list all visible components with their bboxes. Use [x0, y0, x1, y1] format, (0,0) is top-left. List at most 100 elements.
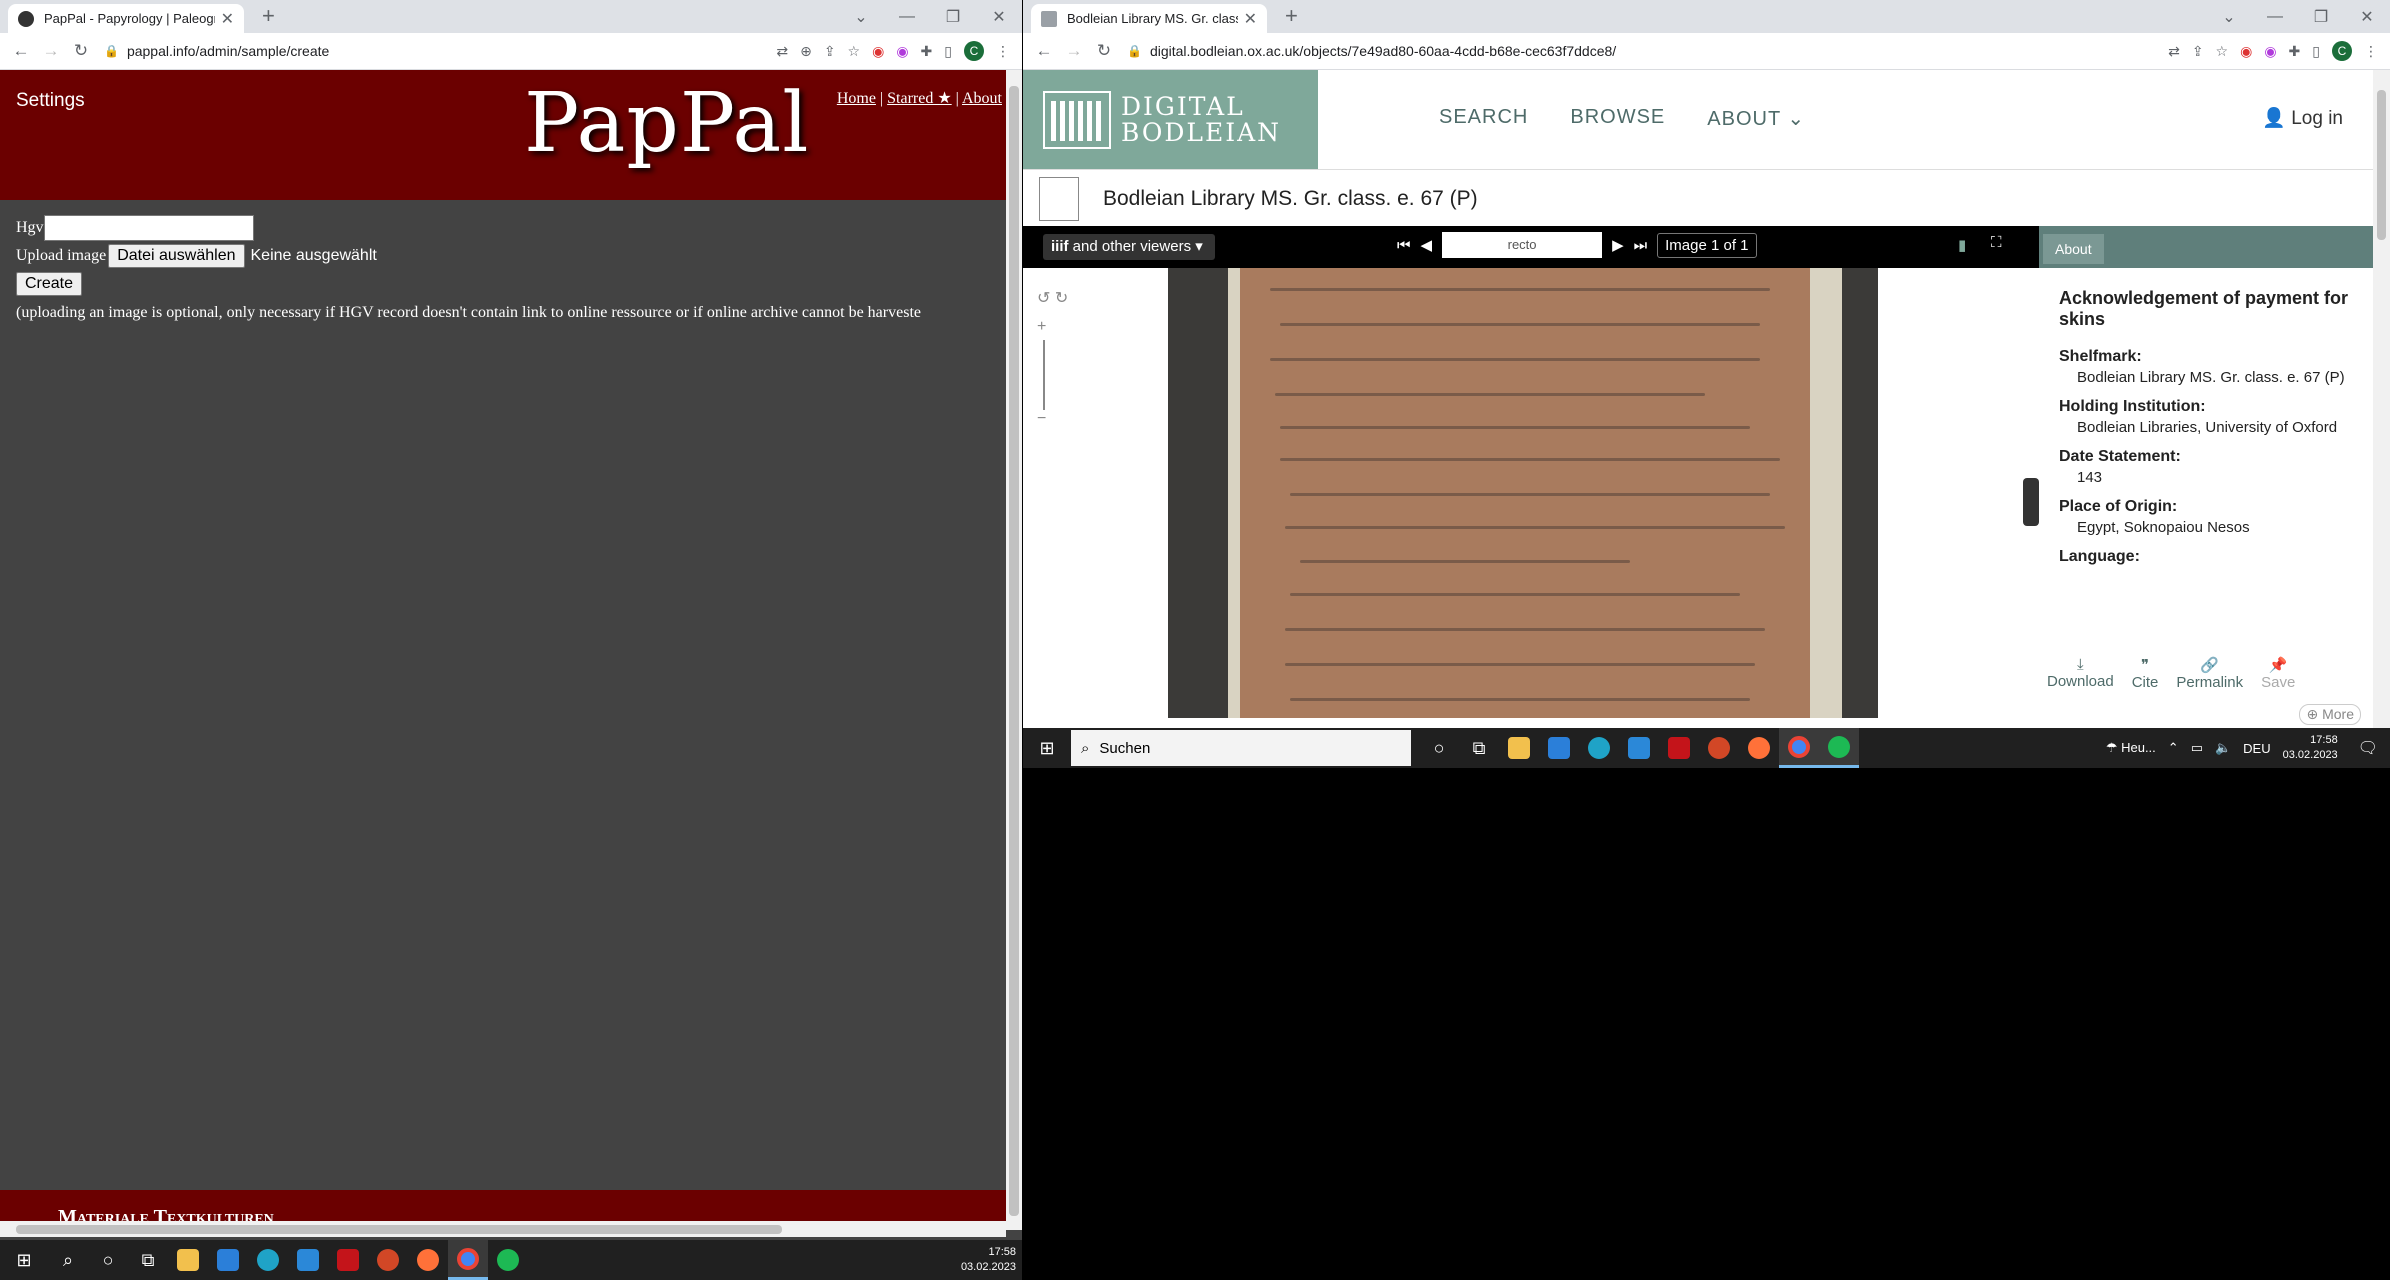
last-page-icon[interactable]: ⏭ — [1634, 237, 1648, 254]
close-tab-icon[interactable]: ✕ — [1244, 9, 1257, 29]
file-explorer-icon[interactable] — [1499, 728, 1539, 768]
forward-icon[interactable]: → — [36, 41, 66, 61]
chevron-up-icon[interactable]: ⌃ — [2168, 740, 2179, 756]
minimize-icon[interactable]: — — [2252, 8, 2298, 26]
menu-icon[interactable]: ⋮ — [2364, 43, 2378, 60]
address-bar[interactable]: pappal.info/admin/sample/create — [127, 43, 776, 59]
back-icon[interactable]: ← — [1029, 41, 1059, 61]
zoom-slider[interactable] — [1043, 340, 1045, 410]
profile-avatar[interactable]: C — [964, 41, 984, 61]
notifications-icon[interactable]: 🗨 — [2358, 738, 2378, 758]
store-icon[interactable] — [1539, 728, 1579, 768]
new-tab-icon[interactable]: + — [262, 3, 275, 29]
viewers-dropdown[interactable]: iiif and other viewers ▾ — [1043, 234, 1215, 260]
star-icon[interactable]: ☆ — [2216, 43, 2229, 60]
nav-search[interactable]: SEARCH — [1439, 106, 1528, 131]
restore-icon[interactable]: ❐ — [2298, 7, 2344, 27]
store-icon[interactable] — [208, 1240, 248, 1280]
zoom-in-icon[interactable]: + — [1037, 318, 1068, 336]
digital-bodleian-logo[interactable]: DIGITAL BODLEIAN — [1023, 70, 1318, 169]
powerpoint-icon[interactable] — [1699, 728, 1739, 768]
first-page-icon[interactable]: ⏮ — [1397, 237, 1411, 254]
extension-red-icon[interactable]: ◉ — [2240, 43, 2252, 60]
close-window-icon[interactable]: ✕ — [976, 7, 1022, 27]
zoom-icon[interactable]: ⊕ — [800, 43, 812, 60]
nav-about-link[interactable]: About — [962, 90, 1002, 107]
share-icon[interactable]: ⇪ — [2192, 43, 2204, 60]
cortana-icon[interactable]: ○ — [1419, 728, 1459, 768]
extension-red-icon[interactable]: ◉ — [872, 43, 884, 60]
side-panel-icon[interactable]: ▯ — [2312, 43, 2320, 60]
lock-icon[interactable]: 🔒 — [1127, 44, 1142, 58]
acrobat-icon[interactable] — [1659, 728, 1699, 768]
lock-icon[interactable]: 🔒 — [104, 44, 119, 58]
task-view-icon[interactable]: ⧉ — [1459, 728, 1499, 768]
single-page-icon[interactable]: ▮ — [1958, 236, 1966, 254]
spotify-icon[interactable] — [488, 1240, 528, 1280]
browser-tab-pappal[interactable]: PapPal - Papyrology | Paleograph ✕ — [8, 4, 244, 33]
windows-start-icon[interactable]: ⊞ — [0, 1240, 48, 1280]
close-window-icon[interactable]: ✕ — [2344, 7, 2390, 27]
nav-starred-link[interactable]: Starred ★ — [887, 90, 952, 107]
extension-purple-icon[interactable]: ◉ — [2264, 43, 2276, 60]
tab-search-icon[interactable]: ⌄ — [838, 7, 884, 27]
rotate-icons[interactable]: ↺ ↻ — [1037, 288, 1068, 308]
reload-icon[interactable]: ↻ — [1089, 41, 1119, 61]
image-viewer[interactable]: ↺ ↻ + − — [1023, 268, 2033, 718]
extension-purple-icon[interactable]: ◉ — [896, 43, 908, 60]
star-icon[interactable]: ☆ — [848, 43, 861, 60]
file-explorer-icon[interactable] — [168, 1240, 208, 1280]
firefox-icon[interactable] — [1739, 728, 1779, 768]
windows-start-icon[interactable]: ⊞ — [1023, 728, 1071, 768]
extensions-puzzle-icon[interactable]: ✚ — [921, 43, 933, 60]
save-button[interactable]: 📌 Save — [2261, 656, 2295, 691]
mail-icon[interactable] — [1619, 728, 1659, 768]
address-bar[interactable]: digital.bodleian.ox.ac.uk/objects/7e49ad… — [1150, 43, 2168, 59]
translate-icon[interactable]: ⇄ — [776, 43, 788, 60]
nav-browse[interactable]: BROWSE — [1570, 106, 1665, 131]
cortana-icon[interactable]: ○ — [88, 1240, 128, 1280]
create-button[interactable]: Create — [16, 272, 83, 296]
more-button[interactable]: ⊕ More — [2299, 704, 2361, 725]
vertical-scrollbar[interactable] — [1006, 70, 1022, 1230]
browser-tab-bodleian[interactable]: Bodleian Library MS. Gr. class. e. ✕ — [1031, 4, 1267, 33]
extensions-puzzle-icon[interactable]: ✚ — [2289, 43, 2301, 60]
login-link[interactable]: 👤 Log in — [2262, 106, 2343, 130]
hgv-input[interactable] — [43, 215, 254, 241]
cite-button[interactable]: ❞ Cite — [2132, 656, 2159, 691]
acrobat-icon[interactable] — [328, 1240, 368, 1280]
settings-label[interactable]: Settings — [16, 90, 85, 112]
chrome-icon[interactable] — [448, 1240, 488, 1280]
language-indicator[interactable]: DEU — [2243, 741, 2270, 756]
reload-icon[interactable]: ↻ — [66, 41, 96, 61]
download-button[interactable]: ⤓ Download — [2047, 656, 2114, 691]
page-input[interactable]: recto — [1442, 232, 1603, 258]
taskbar-search-box[interactable]: ⌕ Suchen — [1071, 730, 1411, 766]
forward-icon[interactable]: → — [1059, 41, 1089, 61]
taskbar-clock[interactable]: 17:58 03.02.2023 — [2283, 733, 2338, 763]
new-tab-icon[interactable]: + — [1285, 3, 1298, 29]
task-view-icon[interactable]: ⧉ — [128, 1240, 168, 1280]
spotify-icon[interactable] — [1819, 728, 1859, 768]
tab-about[interactable]: About — [2043, 234, 2104, 264]
horizontal-scrollbar[interactable] — [0, 1221, 1006, 1237]
close-tab-icon[interactable]: ✕ — [221, 9, 234, 29]
edge-icon[interactable] — [248, 1240, 288, 1280]
search-icon[interactable]: ⌕ — [48, 1240, 88, 1280]
volume-icon[interactable]: 🔈 — [2215, 740, 2231, 756]
choose-file-button[interactable]: Datei auswählen — [108, 244, 245, 268]
panel-resize-handle[interactable] — [2023, 478, 2039, 526]
menu-icon[interactable]: ⋮ — [996, 43, 1010, 60]
restore-icon[interactable]: ❐ — [930, 7, 976, 27]
prev-page-icon[interactable]: ◀ — [1421, 236, 1433, 254]
nav-home-link[interactable]: Home — [837, 90, 876, 107]
mail-icon[interactable] — [288, 1240, 328, 1280]
profile-avatar[interactable]: C — [2332, 41, 2352, 61]
edge-icon[interactable] — [1579, 728, 1619, 768]
network-icon[interactable]: ▭ — [2191, 740, 2203, 756]
weather-icon[interactable]: ☂ Heu... — [2106, 740, 2156, 756]
page-scrollbar[interactable] — [2373, 70, 2390, 768]
zoom-out-icon[interactable]: − — [1037, 410, 1068, 428]
firefox-icon[interactable] — [408, 1240, 448, 1280]
powerpoint-icon[interactable] — [368, 1240, 408, 1280]
